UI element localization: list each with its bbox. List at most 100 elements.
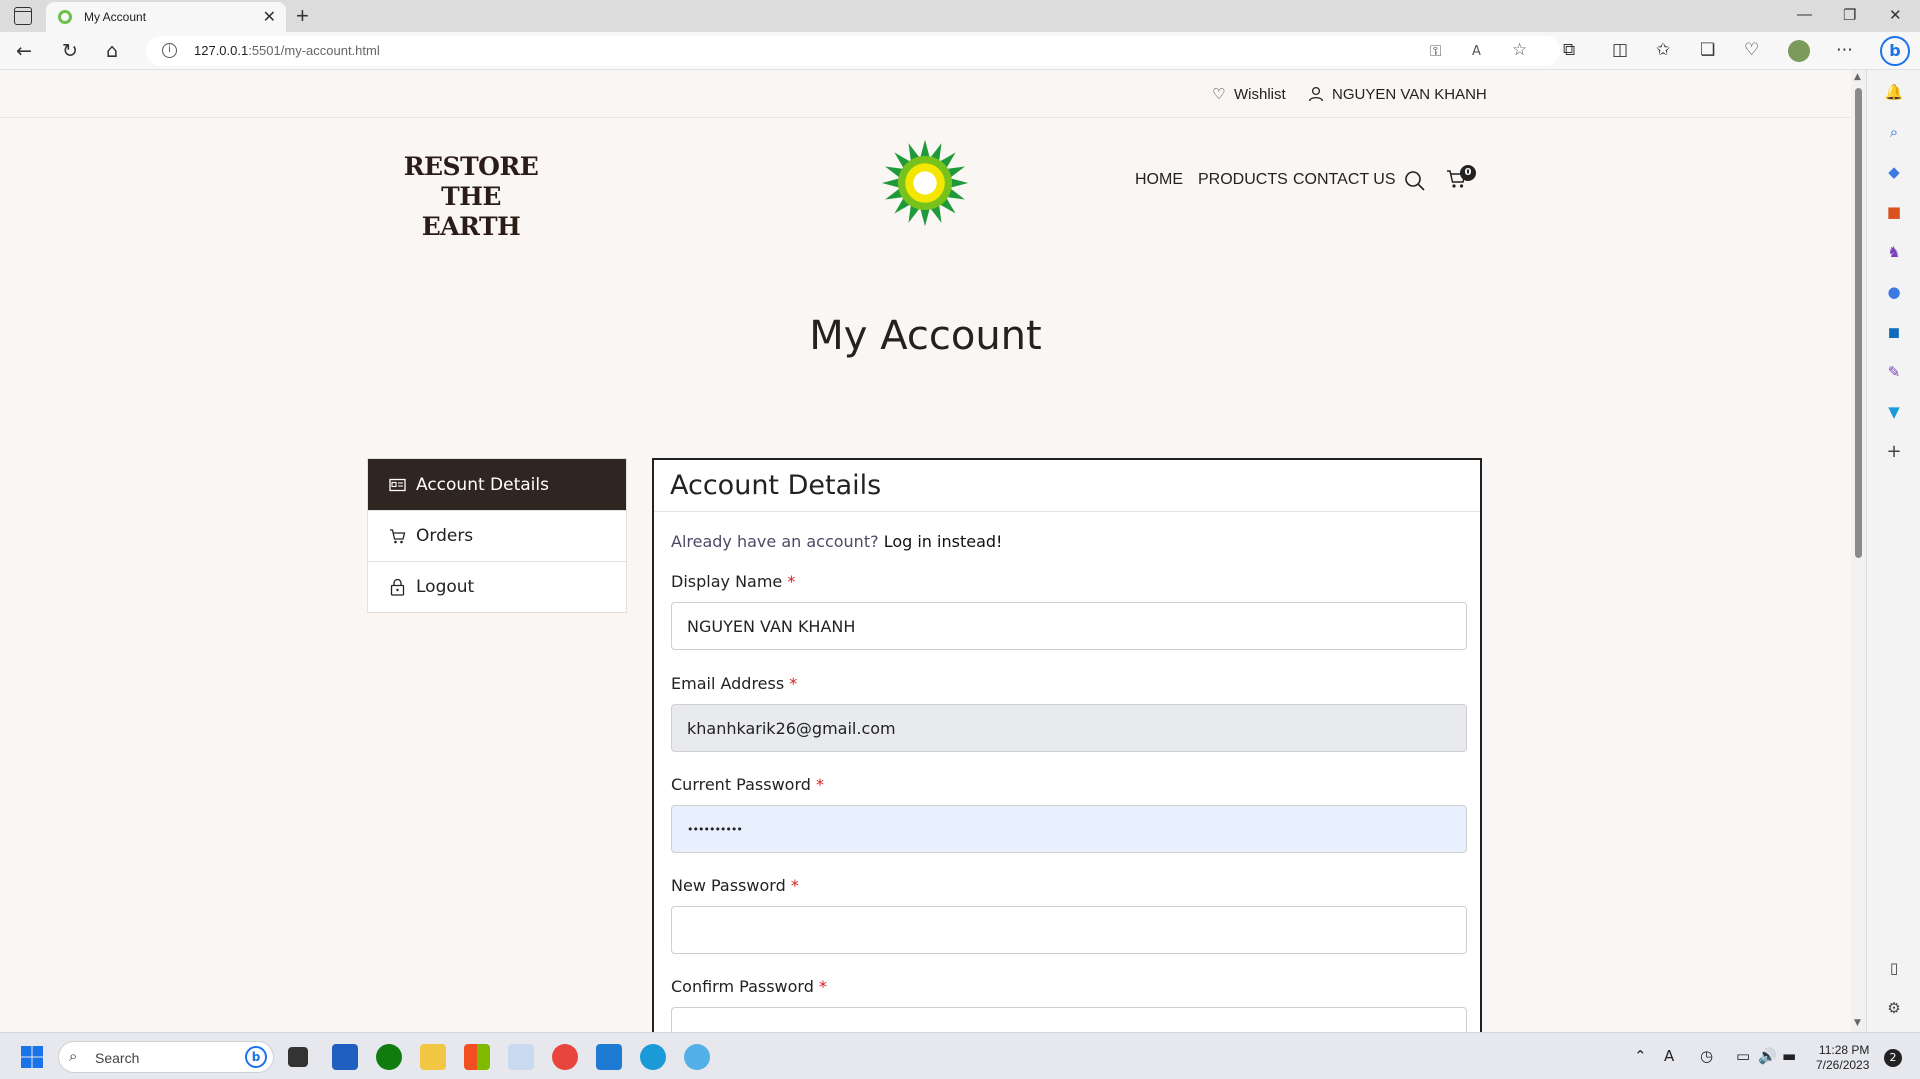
paint-icon[interactable] [684,1044,710,1070]
new-tab-button[interactable]: + [296,3,309,29]
refresh-icon[interactable]: ↻ [62,40,78,62]
favorite-star-icon[interactable]: ☆ [1512,40,1527,60]
favorites-icon[interactable]: ✩ [1656,40,1670,60]
current-password-label: Current Password * [671,775,825,794]
collections-icon[interactable]: ❏ [1700,40,1715,60]
site-info-icon[interactable]: i [162,43,177,58]
more-options-icon[interactable]: ⋯ [1836,40,1853,60]
scroll-down-arrow-icon[interactable]: ▼ [1854,1018,1861,1028]
cart-icon [388,527,406,545]
performance-icon[interactable]: ♡ [1744,40,1759,60]
restore-button[interactable]: ❐ [1843,6,1856,24]
clock-sync-icon[interactable]: ◷ [1700,1047,1713,1065]
wishlist-link[interactable]: Wishlist [1234,86,1286,103]
confirm-password-field[interactable] [671,1007,1467,1032]
split-screen-icon[interactable]: ◫ [1612,40,1628,60]
account-menu-account-details[interactable]: Account Details [368,459,626,510]
nav-products[interactable]: PRODUCTS [1198,171,1288,189]
taskbar-bing-icon[interactable]: b [245,1046,267,1068]
login-instead-link[interactable]: Log in instead! [884,532,1003,551]
outlook-icon[interactable]: ◼ [1884,322,1904,342]
tab-close-icon[interactable]: ✕ [263,7,276,26]
microsoft-365-icon[interactable]: ● [1884,282,1904,302]
cart-count-badge: 0 [1460,165,1476,181]
battery-icon[interactable]: ▬ [1782,1047,1796,1065]
sidebar-layout-icon[interactable]: ▯ [1884,958,1904,978]
office-icon[interactable] [464,1044,490,1070]
edge-sidebar: 🔔 ⌕ ◆ ■ ♞ ● ◼ ✎ ▼ + ▯ ⚙ [1866,70,1920,1032]
performance-monitor-icon[interactable] [508,1044,534,1070]
language-icon[interactable]: A [1664,1047,1674,1065]
heart-icon: ♡ [1212,85,1226,103]
tab-title: My Account [84,10,147,24]
nav-home[interactable]: HOME [1135,171,1183,189]
account-menu-label: Account Details [416,474,549,495]
add-sidebar-app-icon[interactable]: + [1884,442,1904,462]
page-title: My Account [809,313,1042,359]
task-view-icon[interactable] [288,1047,308,1067]
password-key-icon[interactable]: ⚿ [1430,42,1441,60]
page-scrollbar[interactable]: ▲ ▼ [1851,70,1866,1032]
email-field[interactable]: khanhkarik26@gmail.com [671,704,1467,752]
taskbar-clock[interactable]: 11:28 PM 7/26/2023 [1816,1043,1869,1073]
designer-icon[interactable]: ✎ [1884,362,1904,382]
login-prompt: Already have an account? Log in instead! [671,532,1002,551]
tab-actions-icon[interactable] [14,7,32,25]
browser-tab[interactable]: My Account ✕ [46,2,286,32]
show-hidden-icons-chevron-icon[interactable]: ⌃ [1634,1047,1647,1065]
edge-icon[interactable] [640,1044,666,1070]
sun-flower-logo-icon [881,139,969,227]
current-password-field[interactable]: •••••••••• [671,805,1467,853]
back-icon[interactable]: ← [16,40,32,62]
restore-the-earth-logo[interactable]: RESTORE THE EARTH [391,152,551,242]
lock-icon [388,578,406,596]
taskbar-search-box[interactable]: ⌕ Search b [58,1041,274,1073]
microsoft-store-icon[interactable] [332,1044,358,1070]
sidebar-settings-icon[interactable]: ⚙ [1884,998,1904,1018]
notification-count-badge[interactable]: 2 [1884,1049,1902,1067]
vscode-icon[interactable] [596,1044,622,1070]
taskbar-search-icon: ⌕ [69,1047,78,1065]
logo-line-1: RESTORE [403,152,539,181]
chrome-icon[interactable] [552,1044,578,1070]
scrollbar-thumb[interactable] [1855,88,1862,558]
file-explorer-icon[interactable] [420,1044,446,1070]
search-icon[interactable] [1404,170,1426,192]
new-password-field[interactable] [671,906,1467,954]
tools-briefcase-icon[interactable]: ■ [1884,202,1904,222]
user-account-link[interactable]: NGUYEN VAN KHANH [1332,86,1487,103]
display-name-label: Display Name * [671,572,796,591]
network-icon[interactable]: ▭ [1736,1047,1750,1065]
panel-heading: Account Details [654,460,1480,512]
top-utility-bar: ♡ Wishlist NGUYEN VAN KHANH [0,70,1851,118]
account-menu-label: Orders [416,526,474,546]
notifications-bell-icon[interactable]: 🔔 [1884,82,1904,102]
taskbar-search-placeholder: Search [95,1050,140,1066]
nav-contact-us[interactable]: CONTACT US [1293,171,1396,189]
account-menu-orders[interactable]: Orders [368,510,626,561]
sidebar-search-icon[interactable]: ⌕ [1884,122,1904,142]
read-aloud-icon[interactable]: A [1472,44,1481,59]
close-window-button[interactable]: ✕ [1889,6,1902,24]
bing-copilot-button[interactable]: b [1880,36,1910,66]
url-field[interactable]: i 127.0.0.1:5501/my-account.html ⚿ A ☆ [146,36,1560,66]
extensions-icon[interactable]: ⧉ [1563,40,1575,60]
web-page: ♡ Wishlist NGUYEN VAN KHANH RESTORE THE … [0,70,1851,1032]
profile-avatar[interactable] [1788,40,1810,62]
account-menu-logout[interactable]: Logout [368,561,626,612]
drop-icon[interactable]: ▼ [1884,402,1904,422]
id-card-icon [388,476,406,494]
clock-date: 7/26/2023 [1816,1058,1870,1072]
display-name-field[interactable]: NGUYEN VAN KHANH [671,602,1467,650]
home-icon[interactable]: ⌂ [106,40,118,62]
account-details-panel: Account Details Already have an account?… [652,458,1482,1032]
games-icon[interactable]: ♞ [1884,242,1904,262]
shopping-tag-icon[interactable]: ◆ [1884,162,1904,182]
windows-start-icon[interactable] [20,1045,44,1069]
minimize-button[interactable]: — [1797,6,1812,23]
tab-favicon-icon [58,10,72,24]
volume-icon[interactable]: 🔊 [1758,1047,1777,1065]
scroll-up-arrow-icon[interactable]: ▲ [1854,72,1861,82]
clock-time: 11:28 PM [1818,1043,1870,1057]
xbox-icon[interactable] [376,1044,402,1070]
